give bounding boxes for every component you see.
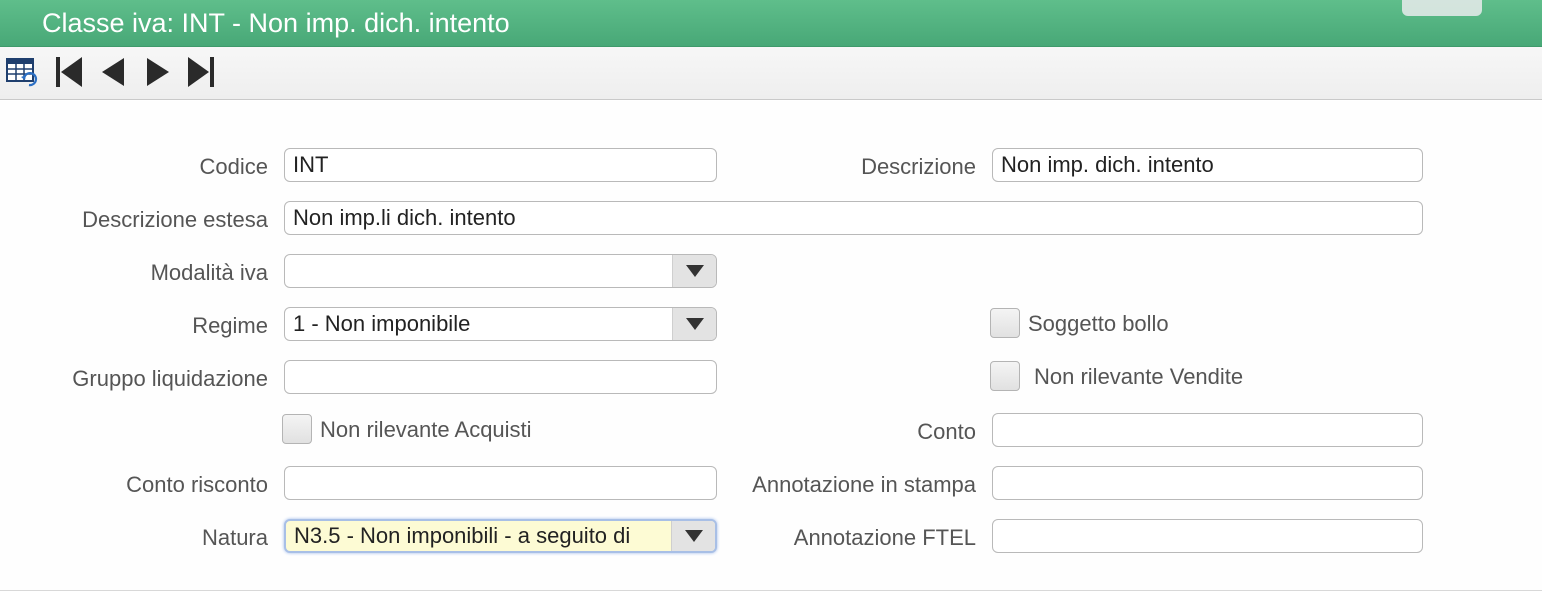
annotazione-stampa-field[interactable] [992, 466, 1423, 500]
descrizione-field[interactable]: Non imp. dich. intento [992, 148, 1423, 182]
conto-label: Conto [917, 419, 976, 444]
non-rilevante-vendite-checkbox[interactable] [990, 361, 1020, 391]
non-rilevante-acquisti-checkbox[interactable] [282, 414, 312, 444]
annotazione-stampa-label: Annotazione in stampa [752, 472, 976, 497]
soggetto-bollo-label: Soggetto bollo [1028, 311, 1169, 336]
first-record-button[interactable] [51, 55, 87, 89]
table-view-icon [6, 58, 38, 87]
window-title: Classe iva: INT - Non imp. dich. intento [42, 8, 510, 38]
last-record-icon [188, 57, 214, 87]
gruppo-liquidazione-field[interactable] [284, 360, 717, 394]
descrizione-estesa-field[interactable]: Non imp.li dich. intento [284, 201, 1423, 235]
conto-risconto-label: Conto risconto [126, 472, 268, 497]
soggetto-bollo-checkbox[interactable] [990, 308, 1020, 338]
natura-select[interactable]: N3.5 - Non imponibili - a seguito di [284, 519, 717, 553]
annotazione-ftel-label: Annotazione FTEL [793, 525, 976, 550]
annotazione-ftel-field[interactable] [992, 519, 1423, 553]
codice-label: Codice [199, 154, 268, 179]
non-rilevante-vendite-label: Non rilevante Vendite [1034, 364, 1244, 389]
window-titlebar: Classe iva: INT - Non imp. dich. intento [0, 0, 1542, 47]
record-toolbar [0, 47, 1542, 100]
table-view-button[interactable] [4, 55, 40, 89]
regime-label: Regime [192, 313, 268, 338]
window-control-tab[interactable] [1402, 0, 1482, 16]
dropdown-arrow-icon[interactable] [672, 308, 716, 340]
modalita-iva-label: Modalità iva [150, 260, 268, 285]
conto-field[interactable] [992, 413, 1423, 447]
previous-record-icon [102, 58, 124, 86]
next-record-icon [147, 58, 169, 86]
descrizione-label: Descrizione [861, 154, 976, 179]
regime-select[interactable]: 1 - Non imponibile [284, 307, 717, 341]
descrizione-estesa-label: Descrizione estesa [82, 207, 268, 232]
last-record-button[interactable] [184, 55, 220, 89]
previous-record-button[interactable] [95, 55, 131, 89]
modalita-iva-select[interactable] [284, 254, 717, 288]
natura-label: Natura [201, 525, 268, 550]
next-record-button[interactable] [140, 55, 176, 89]
dropdown-arrow-icon[interactable] [671, 521, 715, 551]
first-record-icon [56, 57, 82, 87]
conto-risconto-field[interactable] [284, 466, 717, 500]
codice-field[interactable]: INT [284, 148, 717, 182]
dropdown-arrow-icon[interactable] [672, 255, 716, 287]
record-form: Codice INT Descrizione Non imp. dich. in… [0, 101, 1542, 591]
regime-value: 1 - Non imponibile [293, 311, 471, 336]
natura-value: N3.5 - Non imponibili - a seguito di [294, 523, 631, 548]
non-rilevante-acquisti-label: Non rilevante Acquisti [320, 417, 532, 442]
gruppo-liquidazione-label: Gruppo liquidazione [72, 366, 268, 391]
